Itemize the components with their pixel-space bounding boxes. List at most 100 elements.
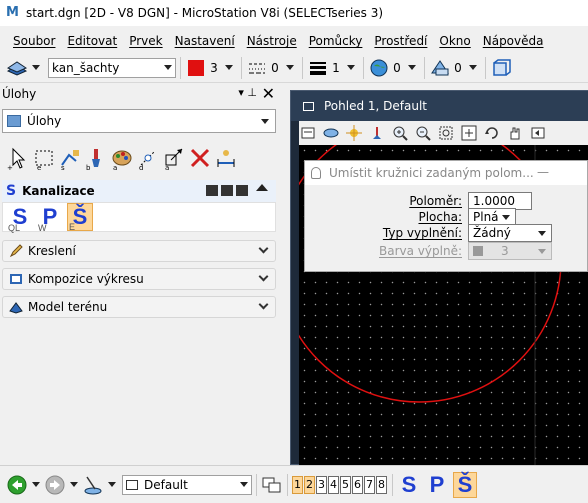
bottom-tool-s[interactable]: S — [397, 472, 421, 498]
measure-icon[interactable] — [214, 146, 237, 172]
chevron-up-icon[interactable] — [256, 184, 268, 191]
lighting-icon[interactable] — [345, 124, 363, 142]
drawing-tool-icon[interactable] — [82, 474, 104, 496]
tasks-panel: Úlohy ▾ ⊥ ✕ Úlohy + e s b a d a S Kanali… — [0, 84, 281, 465]
pin-icon[interactable]: ▾ ⊥ — [238, 86, 257, 99]
menu-pomucky[interactable]: Pomůcky — [309, 34, 363, 48]
task-group-kanalizace[interactable]: S Kanalizace — [2, 180, 276, 202]
menu-prvek[interactable]: Prvek — [129, 34, 162, 48]
chevron-down-icon[interactable] — [32, 65, 40, 70]
menu-napoveda[interactable]: Nápověda — [483, 34, 544, 48]
area-value: Plná — [473, 210, 499, 224]
radius-label: Poloměr: — [409, 194, 462, 208]
view-button-1[interactable]: 1 — [292, 475, 303, 494]
separator — [287, 473, 288, 496]
menu-okno[interactable]: Okno — [439, 34, 470, 48]
update-view-icon[interactable] — [368, 124, 386, 142]
chevron-down-icon[interactable] — [408, 65, 416, 70]
task-tool-row: + e s b a d a — [6, 142, 240, 172]
menu-editovat[interactable]: Editovat — [67, 34, 117, 48]
chevron-down-icon[interactable] — [286, 65, 294, 70]
chevron-down-icon[interactable] — [469, 65, 477, 70]
menu-nastaveni[interactable]: Nastavení — [175, 34, 235, 48]
menu-nastroje[interactable]: Nástroje — [247, 34, 297, 48]
separator — [485, 56, 486, 79]
transparency-value: 0 — [393, 60, 401, 75]
level-combo[interactable]: kan_šachty — [48, 57, 176, 78]
chevron-down-icon[interactable] — [70, 482, 78, 487]
kanalizace-tools: S QL P W Š E — [2, 202, 276, 233]
view-group-value: Default — [144, 477, 188, 492]
chevron-down-icon[interactable] — [225, 65, 233, 70]
window-area-icon[interactable] — [437, 124, 455, 142]
view-button-6[interactable]: 6 — [352, 475, 363, 494]
color-swatch-icon[interactable] — [185, 57, 207, 79]
fill-type-row: Typ vyplnění: Žádný — [305, 224, 552, 242]
menu-soubor[interactable]: Soubor — [13, 34, 55, 48]
kanalizace-tool-s[interactable]: S QL — [7, 203, 33, 233]
chevron-down-icon — [258, 243, 269, 254]
back-arrow-icon[interactable] — [6, 474, 28, 496]
manipulate-icon[interactable]: s — [58, 146, 81, 172]
snap-icon[interactable]: d — [136, 146, 159, 172]
bottom-tool-p[interactable]: P — [425, 472, 449, 498]
view-toolbar — [299, 121, 588, 145]
zoom-in-icon[interactable] — [391, 124, 409, 142]
forward-arrow-icon[interactable] — [44, 474, 66, 496]
fill-type-select[interactable]: Žádný — [468, 224, 552, 242]
delete-icon[interactable] — [188, 146, 211, 172]
task-group-model-terenu[interactable]: Model terénu — [2, 296, 276, 318]
view-button-2[interactable]: 2 — [304, 475, 315, 494]
menu-prostredi[interactable]: Prostředí — [374, 34, 427, 48]
view-button-3[interactable]: 3 — [316, 475, 327, 494]
palette-icon[interactable]: a — [110, 146, 133, 172]
view-button-4[interactable]: 4 — [328, 475, 339, 494]
kanalizace-tool-sh[interactable]: Š E — [67, 203, 93, 232]
transparency-globe-icon[interactable] — [368, 57, 390, 79]
color-value: 3 — [210, 60, 218, 75]
view-groups-icon[interactable] — [261, 474, 283, 496]
line-weight-icon[interactable] — [307, 57, 329, 79]
tasks-panel-title: Úlohy — [2, 87, 37, 101]
task-group-kresleni[interactable]: Kreslení — [2, 240, 276, 262]
view-mode-icons[interactable] — [206, 185, 248, 196]
view-group-combo[interactable]: Default — [122, 474, 252, 495]
priority-icon[interactable] — [429, 57, 451, 79]
tasks-selector[interactable]: Úlohy — [2, 109, 276, 133]
fence-icon[interactable]: e — [32, 146, 55, 172]
scale-icon[interactable]: a — [162, 146, 185, 172]
view-button-8[interactable]: 8 — [376, 475, 387, 494]
cube-icon[interactable] — [490, 57, 512, 79]
radius-value: 1.0000 — [473, 194, 515, 208]
pan-view-icon[interactable] — [506, 124, 524, 142]
rotate-view-icon[interactable] — [483, 124, 501, 142]
bottom-toolbar: Default 1 2 3 4 5 6 7 8 S P Š — [0, 465, 588, 503]
minimize-icon[interactable]: — — [537, 165, 549, 179]
fit-view-icon[interactable] — [460, 124, 478, 142]
svg-text:b: b — [86, 164, 91, 171]
view-window: Pohled 1, Default — [290, 90, 588, 466]
chevron-down-icon[interactable] — [32, 482, 40, 487]
task-group-kompozice[interactable]: Kompozice výkresu — [2, 268, 276, 290]
view-attributes-icon[interactable] — [299, 124, 317, 142]
brush-icon[interactable]: b — [84, 146, 107, 172]
chevron-down-icon[interactable] — [347, 65, 355, 70]
element-selection-icon[interactable]: + — [6, 146, 29, 172]
display-style-icon[interactable] — [322, 124, 340, 142]
linestyle-icon[interactable] — [246, 57, 268, 79]
attributes-toolbar: kan_šachty 3 0 1 0 0 — [0, 53, 588, 83]
bottom-tool-sh[interactable]: Š — [453, 471, 477, 498]
level-manager-icon[interactable] — [6, 57, 28, 79]
view-previous-icon[interactable] — [529, 124, 547, 142]
kanalizace-icon: S — [6, 183, 17, 199]
view-button-5[interactable]: 5 — [340, 475, 351, 494]
separator — [424, 56, 425, 79]
tasks-panel-header: Úlohy ▾ ⊥ ✕ — [0, 84, 281, 104]
chevron-down-icon — [261, 119, 269, 124]
close-icon[interactable]: ✕ — [262, 84, 275, 103]
chevron-down-icon[interactable] — [108, 482, 116, 487]
kanalizace-tool-p[interactable]: P W — [37, 203, 63, 233]
view-button-7[interactable]: 7 — [364, 475, 375, 494]
linestyle-value: 0 — [271, 60, 279, 75]
zoom-out-icon[interactable] — [414, 124, 432, 142]
